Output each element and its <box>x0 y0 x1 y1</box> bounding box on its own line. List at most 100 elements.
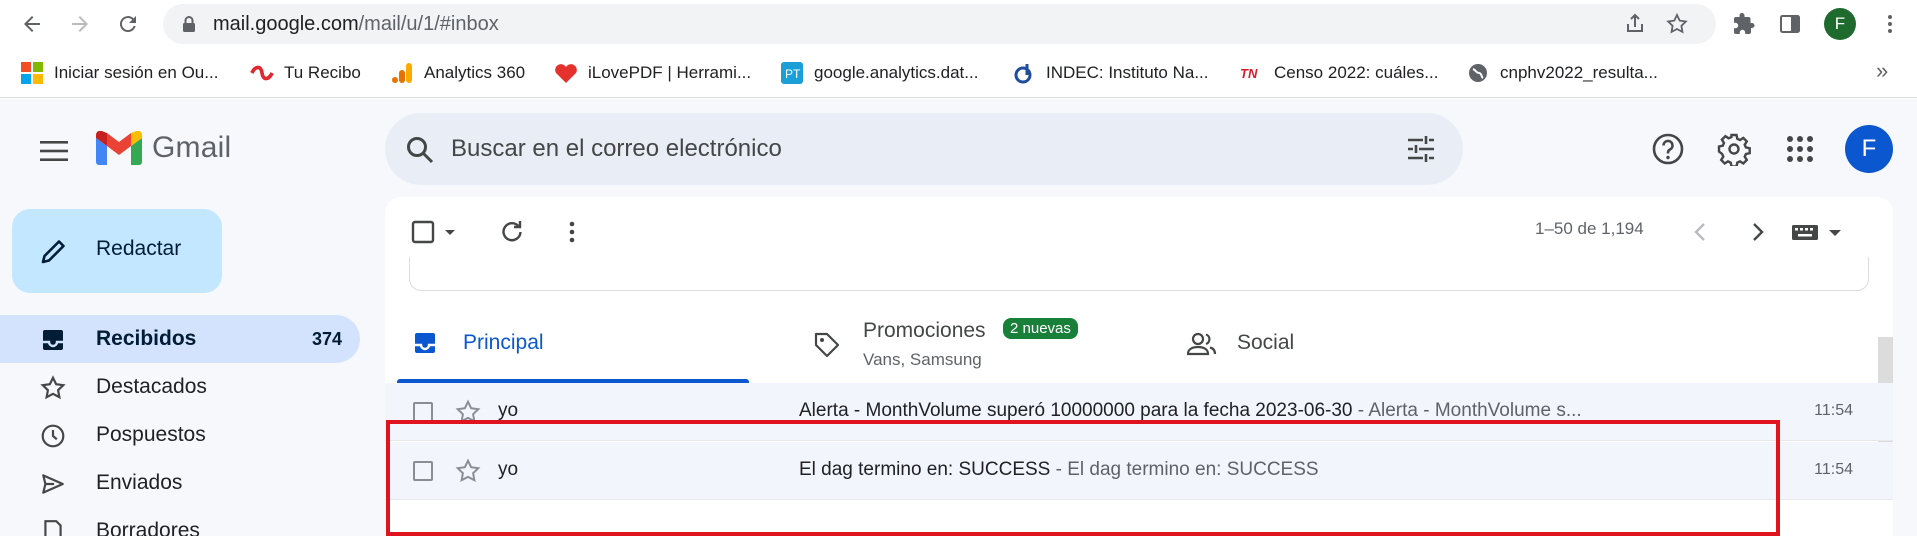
tn-icon: TN <box>1240 61 1264 85</box>
bookmark-label: Iniciar sesión en Ou... <box>54 63 219 82</box>
main-menu-button[interactable] <box>34 131 74 171</box>
inbox-icon <box>40 327 66 353</box>
select-all-checkbox[interactable] <box>411 217 467 247</box>
tab-principal[interactable]: Principal <box>385 305 749 383</box>
browser-toolbar: mail.google.com/mail/u/1/#inbox F <box>0 0 1917 48</box>
analytics-icon <box>390 61 414 85</box>
email-time: 11:54 <box>1814 461 1853 478</box>
clock-icon <box>40 423 66 449</box>
star-icon[interactable] <box>455 458 481 484</box>
account-avatar[interactable]: F <box>1845 125 1893 173</box>
nav-item-inbox[interactable]: Recibidos 374 <box>0 315 360 363</box>
email-snippet: - El dag termino en: SUCCESS <box>1050 459 1319 480</box>
gmail-logo[interactable]: Gmail <box>96 131 231 165</box>
gmail-app: Gmail Buscar en el correo electrónico F … <box>0 99 1917 536</box>
email-row[interactable]: yo El dag termino en: SUCCESS - El dag t… <box>385 442 1893 500</box>
arrow-left-icon <box>24 16 40 32</box>
email-row[interactable]: yo Alerta - MonthVolume superó 10000000 … <box>385 383 1893 441</box>
tag-icon <box>814 332 840 358</box>
email-preview: Alerta - MonthVolume superó 10000000 par… <box>799 400 1719 422</box>
compose-label: Redactar <box>96 237 182 260</box>
nav-label: Enviados <box>96 471 183 494</box>
email-sender: yo <box>498 459 519 480</box>
google-analytics-data-icon: PT <box>780 61 804 85</box>
tab-label: Principal <box>463 331 544 354</box>
row-checkbox[interactable] <box>413 461 433 481</box>
pagination-text: 1–50 de 1,194 <box>1535 219 1644 238</box>
bookmark-item[interactable]: Analytics 360 <box>390 60 525 86</box>
search-input[interactable]: Buscar en el correo electrónico <box>451 135 782 163</box>
more-options-icon[interactable] <box>557 217 587 247</box>
email-subject: Alerta - MonthVolume superó 10000000 par… <box>799 400 1353 421</box>
email-time: 11:54 <box>1814 402 1853 419</box>
bookmark-label: Censo 2022: cuáles... <box>1274 63 1439 82</box>
email-snippet: - Alerta - MonthVolume s... <box>1352 400 1582 421</box>
inbox-category-tabs: Principal Promociones 2 nuevas Vans, Sam… <box>385 305 1893 383</box>
compose-button[interactable]: Redactar <box>12 209 222 293</box>
input-tools-keyboard-icon[interactable] <box>1791 217 1847 247</box>
bookmark-star-icon[interactable] <box>1665 12 1689 36</box>
search-options-icon[interactable] <box>1405 133 1437 165</box>
back-button[interactable] <box>18 10 46 38</box>
bookmark-item[interactable]: cnphv2022_resulta... <box>1466 60 1658 86</box>
bookmark-item[interactable]: iLovePDF | Herrami... <box>554 60 751 86</box>
email-subject: El dag termino en: SUCCESS <box>799 459 1051 480</box>
bookmarks-overflow-button[interactable]: » <box>1876 58 1888 84</box>
new-count-badge: 2 nuevas <box>1003 318 1078 339</box>
bookmark-label: Analytics 360 <box>424 63 526 82</box>
star-icon[interactable] <box>455 399 481 425</box>
side-panel-icon[interactable] <box>1776 10 1804 38</box>
help-icon[interactable] <box>1646 127 1690 171</box>
browser-menu-icon[interactable] <box>1876 10 1904 38</box>
row-checkbox[interactable] <box>413 402 433 422</box>
nav-item-sent[interactable]: Enviados <box>0 459 360 507</box>
extensions-icon[interactable] <box>1730 10 1758 38</box>
bookmark-item[interactable]: Iniciar sesión en Ou... <box>20 60 218 86</box>
microsoft-icon <box>20 61 44 85</box>
search-icon[interactable] <box>405 135 435 165</box>
hamburger-icon <box>40 141 68 161</box>
search-bar[interactable]: Buscar en el correo electrónico <box>385 113 1463 185</box>
bookmark-item[interactable]: TN Censo 2022: cuáles... <box>1240 60 1438 86</box>
nav-item-starred[interactable]: Destacados <box>0 363 360 411</box>
reload-button[interactable] <box>114 10 142 38</box>
nav-item-snoozed[interactable]: Pospuestos <box>0 411 360 459</box>
arrow-right-icon <box>72 16 88 32</box>
browser-profile-avatar[interactable]: F <box>1824 8 1856 40</box>
unread-count: 374 <box>311 328 342 349</box>
nav-label: Pospuestos <box>96 423 206 446</box>
bookmarks-bar: Iniciar sesión en Ou... Tu Recibo Analyt… <box>0 48 1917 98</box>
draft-icon <box>40 519 66 536</box>
address-bar[interactable]: mail.google.com/mail/u/1/#inbox <box>163 4 1716 44</box>
nav-label: Recibidos <box>96 327 197 350</box>
svg-text:PT: PT <box>785 67 801 81</box>
refresh-icon[interactable] <box>497 217 527 247</box>
bookmark-item[interactable]: PT google.analytics.dat... <box>780 60 978 86</box>
bookmark-item[interactable]: Tu Recibo <box>250 60 361 86</box>
nav-item-drafts[interactable]: Borradores <box>0 507 360 536</box>
tab-label: Social <box>1237 331 1295 354</box>
bookmark-label: Tu Recibo <box>284 63 361 82</box>
tab-senders-preview: Vans, Samsung <box>863 350 982 369</box>
bookmark-item[interactable]: INDEC: Instituto Na... <box>1012 60 1209 86</box>
star-icon <box>40 375 66 401</box>
ilovepdf-icon <box>554 61 578 85</box>
pencil-icon <box>41 240 65 264</box>
tab-promociones[interactable]: Promociones 2 nuevas Vans, Samsung <box>785 305 1149 383</box>
nav-label: Borradores <box>96 519 200 536</box>
forward-button[interactable] <box>66 10 94 38</box>
gmail-logo-text: Gmail <box>152 131 232 164</box>
settings-gear-icon[interactable] <box>1712 127 1756 171</box>
tab-social[interactable]: Social <box>1159 305 1523 383</box>
url-text: mail.google.com/mail/u/1/#inbox <box>213 13 499 35</box>
inbox-tab-icon <box>415 333 435 353</box>
nav-label: Destacados <box>96 375 207 398</box>
send-icon <box>40 471 66 497</box>
apps-grid-icon[interactable] <box>1778 127 1822 171</box>
next-page-icon[interactable] <box>1743 217 1773 247</box>
tab-label: Promociones <box>863 319 986 342</box>
notification-banner <box>409 257 1869 291</box>
previous-page-icon[interactable] <box>1685 217 1715 247</box>
share-icon[interactable] <box>1623 12 1647 36</box>
bookmark-label: cnphv2022_resulta... <box>1500 63 1658 82</box>
